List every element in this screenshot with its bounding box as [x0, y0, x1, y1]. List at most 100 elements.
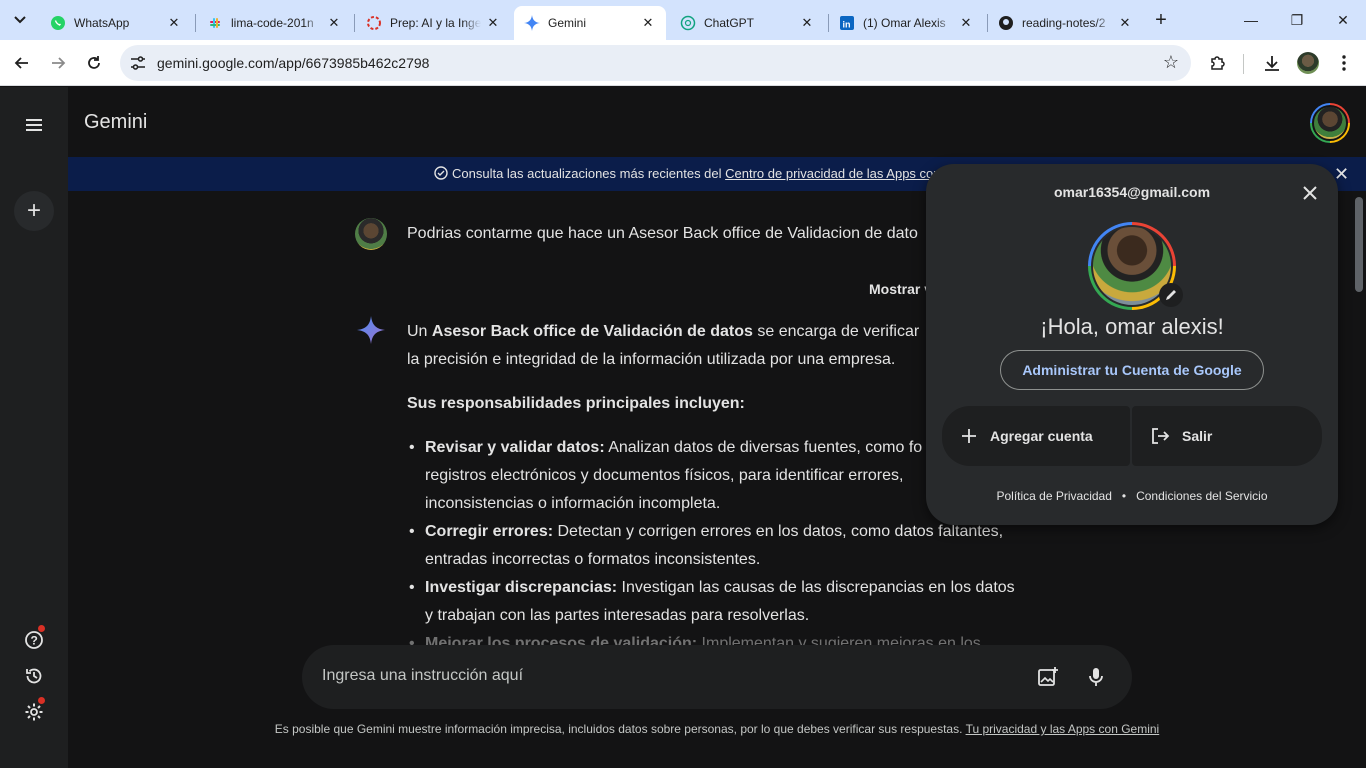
tab-title: WhatsApp	[74, 16, 130, 30]
side-rail: + ?	[0, 87, 68, 768]
tab-whatsapp[interactable]: WhatsApp ✕	[40, 6, 192, 40]
browser-profile-avatar[interactable]	[1297, 52, 1319, 74]
greeting: ¡Hola, omar alexis!	[1040, 314, 1224, 339]
intro-bold: Asesor Back office de Validación de dato…	[431, 323, 753, 340]
show-drafts-button[interactable]: Mostrar v	[869, 281, 932, 297]
svg-text:?: ?	[31, 634, 38, 648]
intro-text: se encarga de verificar	[752, 323, 920, 340]
arrow-right-icon	[52, 57, 66, 69]
close-window-button[interactable]: ✕	[1320, 6, 1366, 34]
tab-title: reading-notes/2	[1022, 16, 1106, 30]
close-tab-icon[interactable]: ✕	[958, 15, 974, 31]
activity-button[interactable]	[22, 664, 46, 688]
item-title: Corregir errores:	[425, 523, 554, 540]
list-item: Investigar discrepancias: Investigan las…	[407, 574, 1027, 630]
reload-button[interactable]	[79, 48, 109, 78]
minimize-window-button[interactable]: —	[1228, 6, 1274, 34]
disclaimer: Es posible que Gemini muestre informació…	[268, 721, 1166, 737]
manage-account-button[interactable]: Administrar tu Cuenta de Google	[1000, 350, 1264, 390]
arrow-left-icon	[14, 57, 28, 69]
banner-message: Consulta las actualizaciones más recient…	[434, 166, 954, 181]
github-icon	[998, 15, 1014, 31]
tab-gemini[interactable]: Gemini ✕	[514, 6, 666, 40]
address-bar[interactable]: gemini.google.com/app/6673985b462c2798 ☆	[120, 45, 1191, 81]
tab-chatgpt[interactable]: ChatGPT ✕	[670, 6, 825, 40]
reload-icon	[88, 56, 100, 69]
item-title: Revisar y validar datos:	[425, 439, 605, 456]
close-icon[interactable]	[1298, 181, 1322, 205]
downloads-button[interactable]	[1257, 48, 1287, 78]
menu-icon[interactable]	[22, 113, 46, 137]
site-settings-icon[interactable]	[129, 54, 147, 72]
chatgpt-icon	[680, 15, 696, 31]
extensions-button[interactable]	[1203, 48, 1233, 78]
scrollbar-thumb[interactable]	[1355, 197, 1363, 292]
plus-icon: +	[26, 197, 41, 224]
restore-window-button[interactable]: ❐	[1274, 6, 1320, 34]
item-text: Investigan las causas de las discrepanci…	[617, 579, 1015, 596]
gear-icon	[25, 703, 43, 721]
heading-text: Sus responsabilidades principales incluy…	[407, 395, 745, 412]
close-tab-icon[interactable]: ✕	[799, 15, 815, 31]
tab-github[interactable]: reading-notes/2 ✕	[988, 6, 1143, 40]
tab-linkedin[interactable]: in (1) Omar Alexis ✕	[829, 6, 984, 40]
sign-out-button[interactable]: Salir	[1132, 406, 1322, 466]
sign-out-label: Salir	[1182, 428, 1213, 444]
history-icon	[26, 668, 42, 684]
privacy-center-link[interactable]: Centro de privacidad de las Apps con G	[725, 166, 954, 181]
puzzle-icon	[1211, 56, 1225, 70]
back-button[interactable]	[7, 48, 37, 78]
item-text: y trabajan con las partes interesadas pa…	[425, 607, 810, 624]
banner-text: Consulta las actualizaciones más recient…	[452, 166, 726, 181]
bookmark-star-icon[interactable]: ☆	[1163, 52, 1179, 73]
close-tab-icon[interactable]: ✕	[326, 15, 342, 31]
gemini-sparkle-icon	[357, 316, 385, 344]
disclaimer-text: Es posible que Gemini muestre informació…	[274, 722, 966, 736]
privacy-policy-link[interactable]: Política de Privacidad	[996, 489, 1111, 503]
notification-dot	[38, 697, 45, 704]
pencil-icon	[1166, 290, 1176, 300]
app-title: Gemini	[84, 111, 148, 133]
item-text: entradas incorrectas o formatos inconsis…	[425, 551, 761, 568]
add-account-button[interactable]: Agregar cuenta	[942, 406, 1130, 466]
add-image-icon[interactable]	[1036, 665, 1060, 689]
edit-photo-button[interactable]	[1159, 283, 1183, 307]
user-prompt: Podrias contarme que hace un Asesor Back…	[407, 225, 918, 242]
item-title: Investigar discrepancias:	[425, 579, 618, 596]
close-tab-icon[interactable]: ✕	[640, 15, 656, 31]
intro-text: la precisión e integridad de la informac…	[407, 351, 896, 368]
whatsapp-icon	[50, 15, 66, 31]
new-tab-button[interactable]: +	[1150, 8, 1172, 32]
toolbar-divider	[1243, 54, 1244, 74]
close-tab-icon[interactable]: ✕	[1117, 15, 1133, 31]
separator-dot: •	[1121, 489, 1127, 503]
tab-divider	[354, 14, 355, 32]
new-chat-button[interactable]: +	[14, 191, 54, 231]
prompt-input-box[interactable]: Ingresa una instrucción aquí	[302, 645, 1132, 709]
plus-icon	[962, 429, 976, 443]
tab-search-button[interactable]	[6, 8, 34, 32]
list-item: Corregir errores: Detectan y corrigen er…	[407, 518, 1027, 574]
account-avatar-button[interactable]	[1310, 103, 1350, 143]
item-text: inconsistencias o información incompleta…	[425, 495, 721, 512]
notification-dot	[38, 625, 45, 632]
intro-text: Un	[407, 323, 432, 340]
browser-tab-strip: WhatsApp ✕ lima-code-201n ✕ Prep: AI y l…	[0, 0, 1366, 40]
tab-slack[interactable]: lima-code-201n ✕	[197, 6, 352, 40]
tab-title: lima-code-201n	[231, 16, 314, 30]
chevron-down-icon	[14, 16, 26, 24]
browser-menu-button[interactable]	[1329, 48, 1359, 78]
privacy-link[interactable]: Tu privacidad y las Apps con Gemini	[966, 722, 1160, 736]
forward-button[interactable]	[43, 48, 73, 78]
prompt-placeholder: Ingresa una instrucción aquí	[322, 667, 524, 684]
close-tab-icon[interactable]: ✕	[485, 15, 501, 31]
microphone-icon[interactable]	[1084, 665, 1108, 689]
close-tab-icon[interactable]: ✕	[166, 15, 182, 31]
tab-prep[interactable]: Prep: AI y la Inge ✕	[356, 6, 511, 40]
tab-divider	[195, 14, 196, 32]
logout-icon	[1152, 428, 1170, 444]
user-avatar	[355, 218, 387, 250]
browser-toolbar: gemini.google.com/app/6673985b462c2798 ☆	[0, 40, 1366, 86]
tab-title: (1) Omar Alexis	[863, 16, 946, 30]
terms-link[interactable]: Condiciones del Servicio	[1136, 489, 1267, 503]
